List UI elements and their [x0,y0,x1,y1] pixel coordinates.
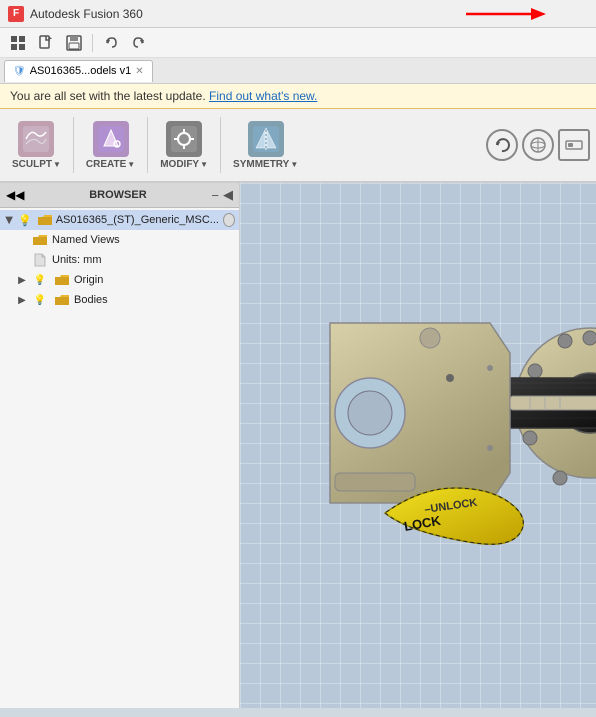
title-bar: F Autodesk Fusion 360 [0,0,596,28]
modify-group[interactable]: MODIFY ▼ [154,113,214,177]
tab-bar: 🛡 AS016365...odels v1 ✕ [0,58,596,84]
root-label: AS016365_(ST)_Generic_MSC... [56,214,219,226]
symmetry-group[interactable]: SYMMETRY ▼ [227,113,304,177]
tab-close-button[interactable]: ✕ [135,66,143,77]
create-icon [93,121,129,157]
origin-bulb-icon: 💡 [32,272,48,288]
root-folder-icon [38,212,52,228]
tree-origin-item[interactable]: ▶ 💡 Origin [0,270,239,290]
browser-controls: − ◀ [211,187,233,203]
named-views-folder-icon [32,232,48,248]
create-dropdown-arrow: ▼ [127,160,135,169]
sculpt-dropdown-arrow: ▼ [53,160,61,169]
notification-link[interactable]: Find out what's new. [209,89,317,103]
browser-tree: ▶ 💡 AS016365_(ST)_Generic_MSC... [0,208,239,312]
save-button[interactable] [62,31,86,55]
origin-label: Origin [74,274,235,286]
grid-view-button[interactable] [6,31,30,55]
toolbar-separator [92,34,93,52]
ribbon-divider-1 [73,117,74,173]
collapse-browser-button[interactable]: ◀◀ [6,188,24,202]
new-file-button[interactable] [34,31,58,55]
units-label: Units: mm [52,254,235,266]
quick-access-toolbar [0,28,596,58]
bodies-label: Bodies [74,294,235,306]
view-cube-button[interactable] [522,129,554,161]
origin-arrow[interactable]: ▶ [16,275,28,286]
annotation-arrow [466,4,546,24]
named-views-label: Named Views [52,234,235,246]
tree-bodies-item[interactable]: ▶ 💡 Bodies [0,290,239,310]
browser-minus-button[interactable]: − [211,188,219,203]
symmetry-icon [248,121,284,157]
undo-button[interactable] [99,31,123,55]
sculpt-label: SCULPT [12,159,52,170]
ribbon: SCULPT ▼ CREATE ▼ [0,109,596,183]
modify-label: MODIFY [160,159,199,170]
tree-units-item[interactable]: Units: mm [0,250,239,270]
tree-root-item[interactable]: ▶ 💡 AS016365_(ST)_Generic_MSC... [0,210,239,230]
app-title: Autodesk Fusion 360 [30,7,143,21]
bodies-bulb-icon: 💡 [32,292,48,308]
fusion-logo: F [8,6,24,22]
origin-folder-icon [54,272,70,288]
bodies-folder-icon [54,292,70,308]
browser-header: ◀◀ BROWSER − ◀ [0,183,239,208]
notification-text: You are all set with the latest update. [10,89,206,103]
browser-title: BROWSER [89,189,146,201]
display-settings-button[interactable] [558,129,590,161]
tab-shield-icon: 🛡 [13,66,26,77]
sculpt-group[interactable]: SCULPT ▼ [6,113,67,177]
symmetry-label: SYMMETRY [233,159,289,170]
document-tab[interactable]: 🛡 AS016365...odels v1 ✕ [4,60,153,82]
symmetry-dropdown-arrow: ▼ [290,160,298,169]
browser-expand-button[interactable]: ◀ [223,187,233,203]
root-visibility-dot[interactable] [223,213,235,227]
3d-model: LOCK –UNLOCK [290,223,596,643]
main-content: ◀◀ BROWSER − ◀ ▶ 💡 AS016365_ [0,183,596,708]
units-file-icon [32,252,48,268]
sculpt-icon [18,121,54,157]
undo-arc-button[interactable] [486,129,518,161]
ribbon-divider-2 [147,117,148,173]
ribbon-divider-3 [220,117,221,173]
notification-bar: You are all set with the latest update. … [0,84,596,109]
tree-named-views-item[interactable]: Named Views [0,230,239,250]
create-label: CREATE [86,159,126,170]
redo-button[interactable] [127,31,151,55]
tab-label: AS016365...odels v1 [30,65,132,77]
root-expand-arrow[interactable]: ▶ [4,215,15,225]
bodies-arrow[interactable]: ▶ [16,295,28,306]
browser-panel: ◀◀ BROWSER − ◀ ▶ 💡 AS016365_ [0,183,240,708]
viewport[interactable]: LOCK –UNLOCK [240,183,596,708]
modify-icon [166,121,202,157]
create-group[interactable]: CREATE ▼ [80,113,141,177]
ribbon-right-tools [486,113,590,177]
modify-dropdown-arrow: ▼ [200,160,208,169]
root-bulb-icon: 💡 [18,212,32,228]
